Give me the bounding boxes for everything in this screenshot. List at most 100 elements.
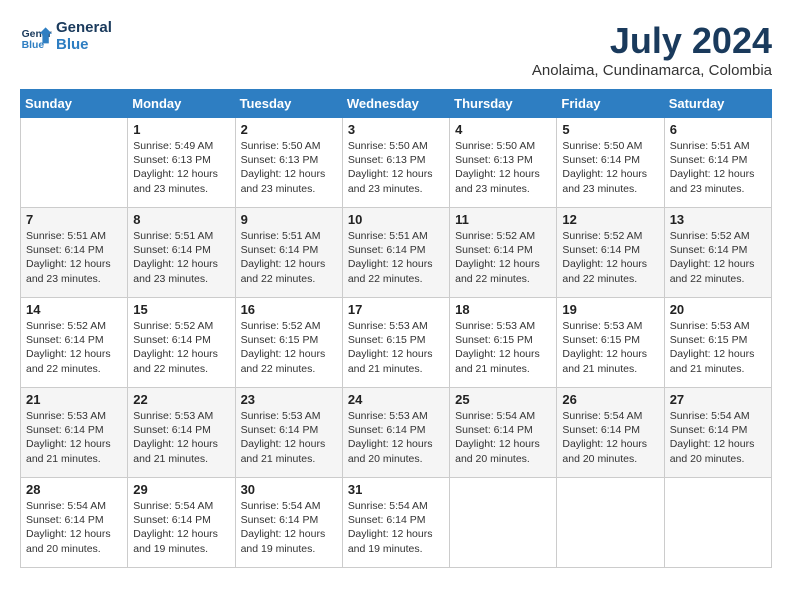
day-number: 21 (26, 392, 122, 407)
day-number: 1 (133, 122, 229, 137)
day-number: 11 (455, 212, 551, 227)
day-info: Sunrise: 5:54 AMSunset: 6:14 PMDaylight:… (348, 499, 444, 556)
calendar-cell: 3 Sunrise: 5:50 AMSunset: 6:13 PMDaylight… (342, 118, 449, 208)
calendar-cell: 29 Sunrise: 5:54 AMSunset: 6:14 PMDayligh… (128, 478, 235, 568)
day-info: Sunrise: 5:53 AMSunset: 6:15 PMDaylight:… (455, 319, 551, 376)
day-info: Sunrise: 5:52 AMSunset: 6:14 PMDaylight:… (562, 229, 658, 286)
calendar-cell: 11Sunrise: 5:52 AMSunset: 6:14 PMDayligh… (450, 208, 557, 298)
calendar-cell: 4 Sunrise: 5:50 AMSunset: 6:13 PMDaylight… (450, 118, 557, 208)
calendar-cell (21, 118, 128, 208)
day-number: 24 (348, 392, 444, 407)
day-number: 12 (562, 212, 658, 227)
day-number: 22 (133, 392, 229, 407)
day-info: Sunrise: 5:54 AMSunset: 6:14 PMDaylight:… (26, 499, 122, 556)
day-info: Sunrise: 5:54 AMSunset: 6:14 PMDaylight:… (133, 499, 229, 556)
logo: General Blue General Blue (20, 20, 112, 53)
calendar-week-5: 28 Sunrise: 5:54 AMSunset: 6:14 PMDayligh… (21, 478, 772, 568)
day-info: Sunrise: 5:53 AMSunset: 6:15 PMDaylight:… (562, 319, 658, 376)
calendar-cell: 12 Sunrise: 5:52 AMSunset: 6:14 PMDayligh… (557, 208, 664, 298)
svg-text:Blue: Blue (22, 40, 45, 51)
header-saturday: Saturday (664, 90, 771, 118)
calendar-cell: 2 Sunrise: 5:50 AMSunset: 6:13 PMDaylight… (235, 118, 342, 208)
calendar-cell: 16Sunrise: 5:52 AMSunset: 6:15 PMDayligh… (235, 298, 342, 388)
day-number: 10 (348, 212, 444, 227)
day-info: Sunrise: 5:50 AMSunset: 6:14 PMDaylight:… (562, 139, 658, 196)
day-info: Sunrise: 5:51 AMSunset: 6:14 PMDaylight:… (241, 229, 337, 286)
day-number: 5 (562, 122, 658, 137)
day-number: 7 (26, 212, 122, 227)
day-info: Sunrise: 5:53 AMSunset: 6:15 PMDaylight:… (348, 319, 444, 376)
calendar-week-2: 7 Sunrise: 5:51 AMSunset: 6:14 PMDaylight… (21, 208, 772, 298)
day-info: Sunrise: 5:52 AMSunset: 6:15 PMDaylight:… (241, 319, 337, 376)
calendar-week-3: 14Sunrise: 5:52 AMSunset: 6:14 PMDayligh… (21, 298, 772, 388)
header: General Blue General Blue July 2024 Anol… (20, 20, 772, 79)
calendar-cell: 31 Sunrise: 5:54 AMSunset: 6:14 PMDayligh… (342, 478, 449, 568)
header-monday: Monday (128, 90, 235, 118)
calendar-cell: 1 Sunrise: 5:49 AMSunset: 6:13 PMDaylight… (128, 118, 235, 208)
logo-icon: General Blue (20, 21, 52, 53)
calendar-cell: 8Sunrise: 5:51 AMSunset: 6:14 PMDaylight… (128, 208, 235, 298)
calendar-cell: 19 Sunrise: 5:53 AMSunset: 6:15 PMDayligh… (557, 298, 664, 388)
calendar-cell (450, 478, 557, 568)
day-info: Sunrise: 5:51 AMSunset: 6:14 PMDaylight:… (26, 229, 122, 286)
day-number: 8 (133, 212, 229, 227)
calendar-cell: 24 Sunrise: 5:53 AMSunset: 6:14 PMDayligh… (342, 388, 449, 478)
calendar-cell: 6Sunrise: 5:51 AMSunset: 6:14 PMDaylight… (664, 118, 771, 208)
location-title: Anolaima, Cundinamarca, Colombia (532, 62, 772, 79)
header-friday: Friday (557, 90, 664, 118)
day-number: 6 (670, 122, 766, 137)
day-info: Sunrise: 5:53 AMSunset: 6:14 PMDaylight:… (348, 409, 444, 466)
day-number: 27 (670, 392, 766, 407)
day-info: Sunrise: 5:52 AMSunset: 6:14 PMDaylight:… (26, 319, 122, 376)
day-number: 20 (670, 302, 766, 317)
day-info: Sunrise: 5:50 AMSunset: 6:13 PMDaylight:… (348, 139, 444, 196)
day-number: 29 (133, 482, 229, 497)
calendar-cell: 26 Sunrise: 5:54 AMSunset: 6:14 PMDayligh… (557, 388, 664, 478)
day-number: 17 (348, 302, 444, 317)
day-number: 3 (348, 122, 444, 137)
calendar-cell: 17 Sunrise: 5:53 AMSunset: 6:15 PMDayligh… (342, 298, 449, 388)
day-info: Sunrise: 5:52 AMSunset: 6:14 PMDaylight:… (133, 319, 229, 376)
day-info: Sunrise: 5:54 AMSunset: 6:14 PMDaylight:… (562, 409, 658, 466)
day-number: 19 (562, 302, 658, 317)
day-info: Sunrise: 5:49 AMSunset: 6:13 PMDaylight:… (133, 139, 229, 196)
header-sunday: Sunday (21, 90, 128, 118)
day-info: Sunrise: 5:53 AMSunset: 6:14 PMDaylight:… (241, 409, 337, 466)
calendar-cell: 30 Sunrise: 5:54 AMSunset: 6:14 PMDayligh… (235, 478, 342, 568)
day-number: 2 (241, 122, 337, 137)
day-info: Sunrise: 5:50 AMSunset: 6:13 PMDaylight:… (455, 139, 551, 196)
day-info: Sunrise: 5:54 AMSunset: 6:14 PMDaylight:… (455, 409, 551, 466)
day-number: 9 (241, 212, 337, 227)
calendar-cell: 27Sunrise: 5:54 AMSunset: 6:14 PMDayligh… (664, 388, 771, 478)
calendar-cell: 9 Sunrise: 5:51 AMSunset: 6:14 PMDaylight… (235, 208, 342, 298)
calendar-week-4: 21 Sunrise: 5:53 AMSunset: 6:14 PMDayligh… (21, 388, 772, 478)
calendar-cell: 13Sunrise: 5:52 AMSunset: 6:14 PMDayligh… (664, 208, 771, 298)
day-number: 28 (26, 482, 122, 497)
calendar-week-1: 1 Sunrise: 5:49 AMSunset: 6:13 PMDaylight… (21, 118, 772, 208)
calendar-cell: 21 Sunrise: 5:53 AMSunset: 6:14 PMDayligh… (21, 388, 128, 478)
calendar-cell: 28 Sunrise: 5:54 AMSunset: 6:14 PMDayligh… (21, 478, 128, 568)
day-number: 4 (455, 122, 551, 137)
month-title: July 2024 (532, 20, 772, 62)
calendar-cell: 14Sunrise: 5:52 AMSunset: 6:14 PMDayligh… (21, 298, 128, 388)
day-number: 18 (455, 302, 551, 317)
calendar-header-row: SundayMondayTuesdayWednesdayThursdayFrid… (21, 90, 772, 118)
day-info: Sunrise: 5:53 AMSunset: 6:14 PMDaylight:… (26, 409, 122, 466)
day-info: Sunrise: 5:53 AMSunset: 6:15 PMDaylight:… (670, 319, 766, 376)
calendar-cell (557, 478, 664, 568)
day-number: 15 (133, 302, 229, 317)
day-info: Sunrise: 5:54 AMSunset: 6:14 PMDaylight:… (241, 499, 337, 556)
day-info: Sunrise: 5:52 AMSunset: 6:14 PMDaylight:… (670, 229, 766, 286)
day-number: 30 (241, 482, 337, 497)
day-number: 25 (455, 392, 551, 407)
day-number: 26 (562, 392, 658, 407)
calendar-table: SundayMondayTuesdayWednesdayThursdayFrid… (20, 89, 772, 568)
calendar-cell: 15 Sunrise: 5:52 AMSunset: 6:14 PMDayligh… (128, 298, 235, 388)
calendar-cell: 22 Sunrise: 5:53 AMSunset: 6:14 PMDayligh… (128, 388, 235, 478)
day-info: Sunrise: 5:53 AMSunset: 6:14 PMDaylight:… (133, 409, 229, 466)
header-tuesday: Tuesday (235, 90, 342, 118)
day-info: Sunrise: 5:50 AMSunset: 6:13 PMDaylight:… (241, 139, 337, 196)
calendar-cell (664, 478, 771, 568)
day-number: 31 (348, 482, 444, 497)
header-wednesday: Wednesday (342, 90, 449, 118)
